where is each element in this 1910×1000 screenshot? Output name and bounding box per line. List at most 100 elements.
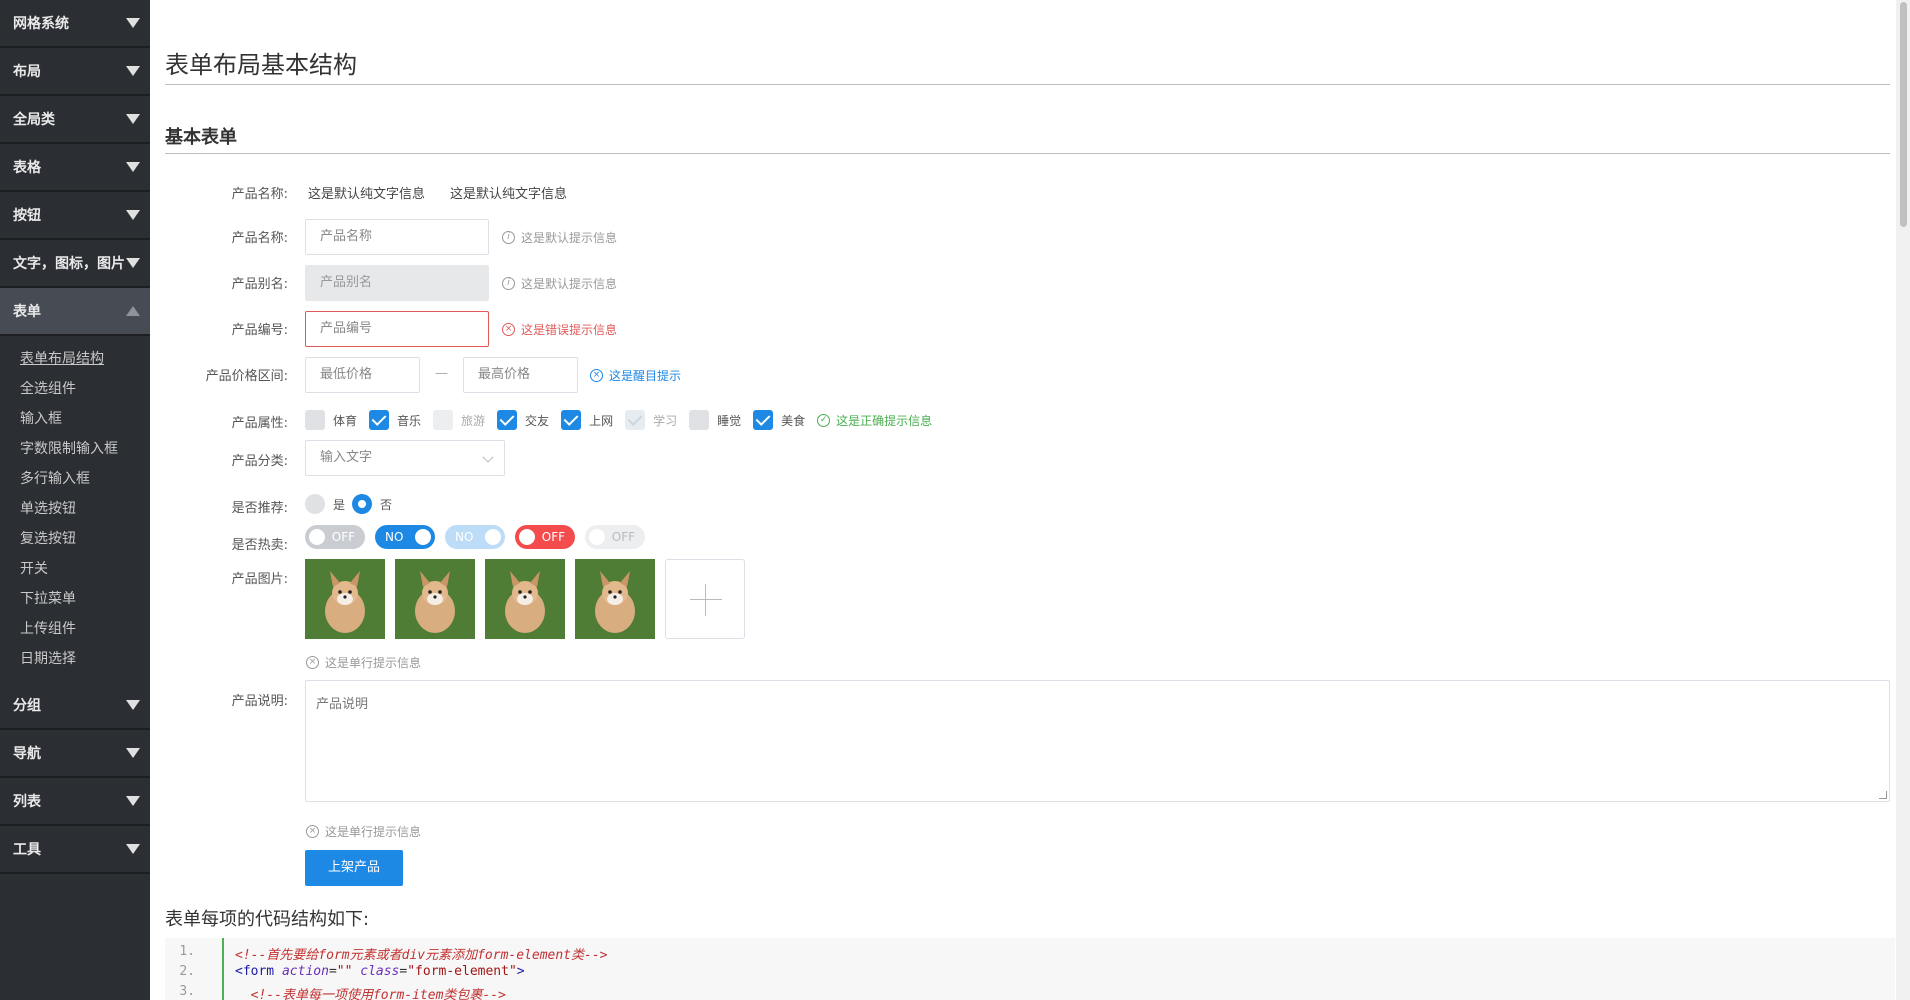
sidebar-item-textarea[interactable]: 多行输入框: [0, 464, 150, 494]
product-image-thumb[interactable]: [485, 559, 565, 639]
radio-no[interactable]: 否: [352, 494, 392, 514]
switch-on-disabled: NO: [445, 525, 505, 549]
switch-knob: [589, 529, 605, 545]
sidebar-group-list[interactable]: 列表: [0, 778, 150, 826]
min-price-input[interactable]: 最低价格: [305, 357, 420, 393]
info-icon: i: [502, 231, 515, 244]
label-product-attr: 产品属性:: [231, 416, 288, 431]
label-product-alias: 产品别名:: [231, 277, 288, 292]
resize-handle-icon[interactable]: [1879, 791, 1887, 799]
switch-text: OFF: [541, 530, 565, 544]
product-code-input[interactable]: 产品编号: [305, 311, 489, 347]
sidebar-group-label: 全局类: [13, 112, 55, 128]
sidebar-group-layout[interactable]: 布局: [0, 48, 150, 96]
label-product-name: 产品名称:: [231, 231, 288, 246]
sidebar-item-select-all[interactable]: 全选组件: [0, 374, 150, 404]
single-line-hint: × 这是单行提示信息: [306, 823, 421, 840]
sidebar-group-group[interactable]: 分组: [0, 682, 150, 730]
sidebar: 网格系统 布局 全局类 表格 按钮 文字，图标，图片 表单 表单布局结构 全选组…: [0, 0, 150, 1000]
product-image-thumb[interactable]: [305, 559, 385, 639]
max-price-input[interactable]: 最高价格: [463, 357, 578, 393]
sidebar-group-global[interactable]: 全局类: [0, 96, 150, 144]
code-line: 1. <!--首先要给form元素或者div元素添加form-element类-…: [165, 944, 607, 964]
switch-text: NO: [455, 530, 474, 544]
label-price-range: 产品价格区间:: [205, 369, 288, 384]
hint-text: 这是错误提示信息: [521, 323, 618, 337]
checkbox-sports[interactable]: 体育: [305, 410, 357, 430]
sidebar-group-nav[interactable]: 导航: [0, 730, 150, 778]
code-section-title: 表单每项的代码结构如下:: [165, 909, 370, 930]
single-line-hint: × 这是单行提示信息: [306, 654, 421, 671]
submit-product-button[interactable]: 上架产品: [305, 850, 403, 886]
sidebar-group-table[interactable]: 表格: [0, 144, 150, 192]
switch-off-disabled: OFF: [585, 525, 645, 549]
code-block: 1. <!--首先要给form元素或者div元素添加form-element类-…: [165, 938, 1895, 1000]
sidebar-item-checkbox[interactable]: 复选按钮: [0, 524, 150, 554]
sidebar-item-form-layout[interactable]: 表单布局结构: [0, 344, 150, 374]
sidebar-group-tools[interactable]: 工具: [0, 826, 150, 874]
label-product-image: 产品图片:: [231, 572, 288, 587]
triangle-down-icon: [126, 258, 140, 268]
product-image-thumb[interactable]: [575, 559, 655, 639]
label-product-desc: 产品说明:: [231, 694, 288, 709]
sidebar-item-limit-input[interactable]: 字数限制输入框: [0, 434, 150, 464]
checkbox-internet[interactable]: 上网: [561, 410, 613, 430]
static-text: 这是默认纯文字信息: [450, 187, 568, 202]
switch-on[interactable]: NO: [375, 525, 435, 549]
sidebar-group-label: 布局: [13, 64, 41, 80]
switch-danger[interactable]: OFF: [515, 525, 575, 549]
checkbox-box: [433, 410, 454, 430]
page-title: 表单布局基本结构: [165, 51, 357, 79]
checkbox-friends[interactable]: 交友: [497, 410, 549, 430]
sidebar-item-switch[interactable]: 开关: [0, 554, 150, 584]
upload-plus-button[interactable]: [665, 559, 745, 639]
product-image-thumb[interactable]: [395, 559, 475, 639]
check-icon: [625, 410, 646, 430]
vertical-scrollbar[interactable]: [1896, 0, 1910, 1000]
switch-text: OFF: [331, 530, 355, 544]
checkbox-label: 上网: [589, 413, 614, 428]
sidebar-item-date[interactable]: 日期选择: [0, 644, 150, 674]
dog-image-icon: [395, 559, 475, 639]
category-select[interactable]: 输入文字: [305, 440, 505, 476]
sidebar-item-upload[interactable]: 上传组件: [0, 614, 150, 644]
triangle-down-icon: [126, 114, 140, 124]
product-description-textarea[interactable]: 产品说明: [305, 680, 1890, 802]
line-number: 2.: [179, 964, 195, 979]
sidebar-group-text[interactable]: 文字，图标，图片: [0, 240, 150, 288]
switch-off[interactable]: OFF: [305, 525, 365, 549]
code-line: 2. <form action="" class="form-element">: [165, 964, 524, 984]
checkbox-food[interactable]: 美食: [753, 410, 805, 430]
scrollbar-thumb[interactable]: [1900, 2, 1907, 227]
divider: [165, 84, 1890, 85]
sidebar-item-input[interactable]: 输入框: [0, 404, 150, 434]
sidebar-group-form[interactable]: 表单: [0, 288, 150, 336]
radio-yes[interactable]: 是: [305, 494, 345, 514]
code-text: <form action="" class="form-element">: [235, 964, 525, 979]
checkbox-label: 美食: [781, 413, 806, 428]
product-name-input[interactable]: 产品名称: [305, 219, 489, 255]
sidebar-group-label: 分组: [13, 698, 41, 714]
hint-text: 这是默认提示信息: [521, 231, 618, 245]
code-string: "": [336, 964, 353, 979]
check-icon: [497, 410, 518, 430]
dog-image-icon: [305, 559, 385, 639]
check-icon: [753, 410, 774, 430]
label-product-name-static: 产品名称:: [231, 187, 288, 202]
static-text: 这是默认纯文字信息: [308, 187, 426, 202]
sidebar-item-dropdown[interactable]: 下拉菜单: [0, 584, 150, 614]
triangle-down-icon: [126, 162, 140, 172]
checkbox-music[interactable]: 音乐: [369, 410, 421, 430]
sidebar-group-grid[interactable]: 网格系统: [0, 0, 150, 48]
dog-image-icon: [575, 559, 655, 639]
switch-knob: [309, 529, 325, 545]
dog-image-icon: [485, 559, 565, 639]
sidebar-item-radio[interactable]: 单选按钮: [0, 494, 150, 524]
triangle-up-icon: [126, 306, 140, 316]
info-icon: i: [502, 277, 515, 290]
sidebar-group-button[interactable]: 按钮: [0, 192, 150, 240]
select-value: 输入文字: [320, 450, 373, 465]
section-title: 基本表单: [165, 127, 237, 148]
checkbox-sleep[interactable]: 睡觉: [689, 410, 741, 430]
label-product-code: 产品编号:: [231, 323, 288, 338]
